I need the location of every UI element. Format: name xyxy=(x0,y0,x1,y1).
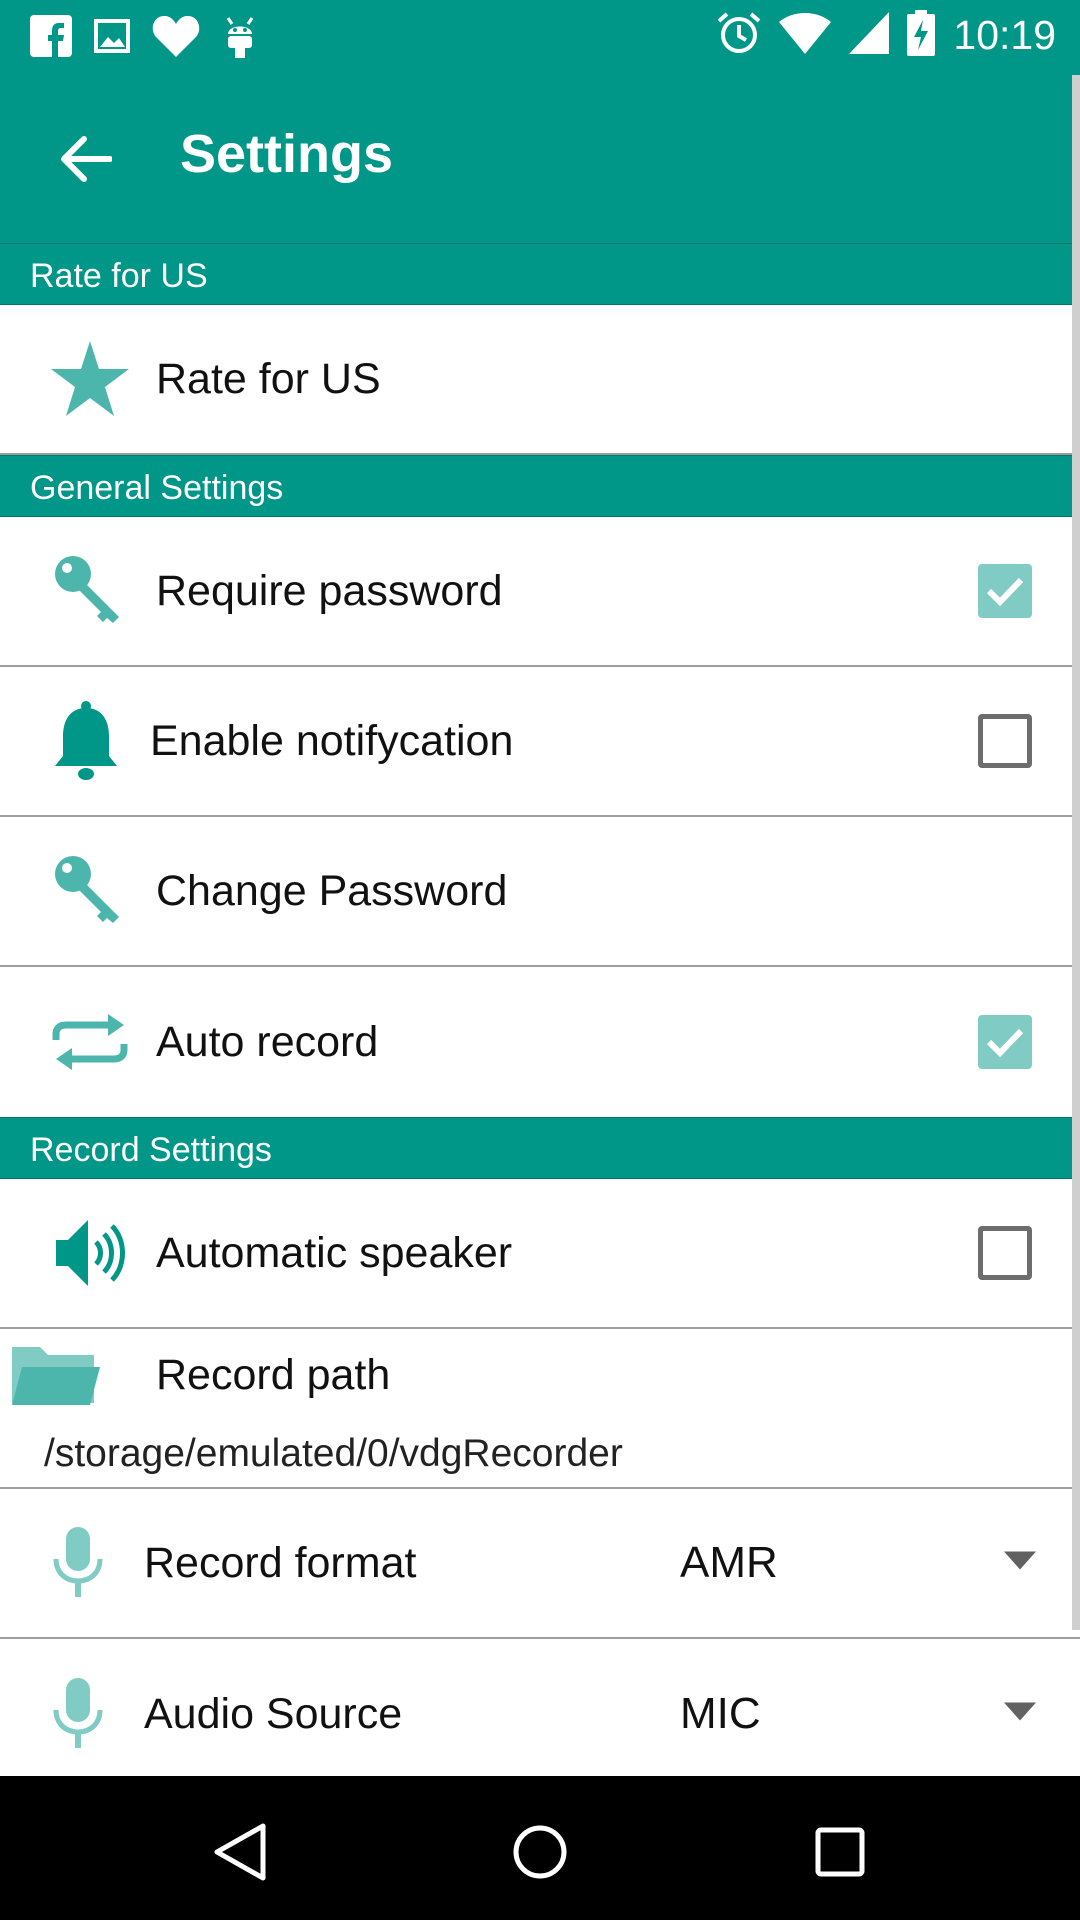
star-icon xyxy=(40,341,140,417)
rate-for-us-label: Rate for US xyxy=(156,354,381,403)
change-password-label: Change Password xyxy=(156,866,508,915)
enable-notification-checkbox[interactable] xyxy=(978,714,1032,768)
alarm-icon xyxy=(717,11,761,60)
require-password-checkbox[interactable] xyxy=(978,564,1032,618)
section-header-record: Record Settings xyxy=(0,1117,1080,1179)
chevron-down-icon[interactable] xyxy=(1004,1702,1036,1726)
wifi-icon xyxy=(779,12,832,59)
automatic-speaker-label: Automatic speaker xyxy=(156,1228,513,1277)
require-password-item[interactable]: Require password xyxy=(0,517,1080,667)
auto-record-label: Auto record xyxy=(156,1017,379,1066)
require-password-label: Require password xyxy=(156,566,503,615)
automatic-speaker-item[interactable]: Automatic speaker xyxy=(0,1179,1080,1329)
recents-square-icon[interactable] xyxy=(800,1812,880,1892)
gallery-icon xyxy=(94,19,130,58)
back-triangle-icon[interactable] xyxy=(200,1812,280,1892)
speaker-icon xyxy=(40,1216,140,1290)
record-path-label: Record path xyxy=(156,1351,391,1399)
mic-icon xyxy=(28,1678,128,1750)
key-icon xyxy=(40,852,140,930)
section-header-general: General Settings xyxy=(0,455,1080,517)
record-path-value: /storage/emulated/0/vdgRecorder xyxy=(44,1432,623,1475)
settings-list: Rate for US Rate for US General Settings… xyxy=(0,243,1080,1789)
enable-notification-label: Enable notifycation xyxy=(150,716,514,765)
record-format-item[interactable]: Record format AMR xyxy=(0,1489,1080,1639)
facebook-icon xyxy=(30,15,72,62)
clock-time: 10:19 xyxy=(953,12,1056,58)
enable-notification-item[interactable]: Enable notifycation xyxy=(0,667,1080,817)
navigation-bar xyxy=(0,1776,1080,1920)
app-bar: Settings xyxy=(0,75,1080,243)
heart-icon xyxy=(152,15,200,62)
status-bar: 10:19 xyxy=(0,0,1080,75)
automatic-speaker-checkbox[interactable] xyxy=(978,1226,1032,1280)
scrollbar[interactable] xyxy=(1072,75,1080,1630)
record-path-item[interactable]: Record path /storage/emulated/0/vdgRecor… xyxy=(0,1329,1080,1489)
rate-for-us-item[interactable]: Rate for US xyxy=(0,305,1080,455)
mic-icon xyxy=(28,1527,128,1599)
record-format-value: AMR xyxy=(680,1538,778,1587)
audio-source-label: Audio Source xyxy=(144,1689,403,1738)
page-title: Settings xyxy=(180,124,394,184)
change-password-item[interactable]: Change Password xyxy=(0,817,1080,967)
audio-source-item[interactable]: Audio Source MIC xyxy=(0,1639,1080,1789)
bell-icon xyxy=(36,700,136,782)
cell-signal-icon xyxy=(849,12,890,59)
home-circle-icon[interactable] xyxy=(500,1812,580,1892)
auto-record-checkbox[interactable] xyxy=(978,1015,1032,1069)
battery-charging-icon xyxy=(907,10,936,61)
chevron-down-icon[interactable] xyxy=(1004,1551,1036,1575)
repeat-icon xyxy=(40,1010,140,1074)
android-icon xyxy=(222,14,258,63)
section-header-rate: Rate for US xyxy=(0,243,1080,305)
back-arrow-icon[interactable] xyxy=(46,119,126,199)
auto-record-item[interactable]: Auto record xyxy=(0,967,1080,1117)
record-format-label: Record format xyxy=(144,1538,417,1587)
audio-source-value: MIC xyxy=(680,1689,761,1738)
key-icon xyxy=(40,552,140,630)
folder-icon xyxy=(6,1343,106,1407)
